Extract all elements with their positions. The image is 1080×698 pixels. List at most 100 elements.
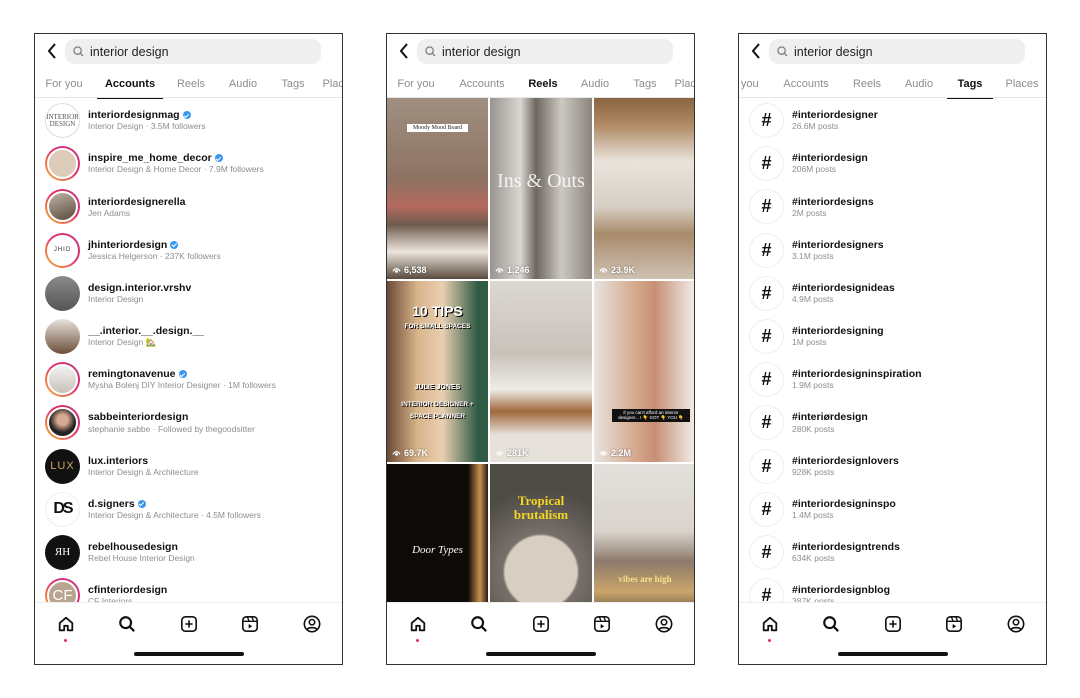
tag-row[interactable]: # #interiordesigner 26.6M posts bbox=[739, 99, 1046, 142]
hashtag-icon: # bbox=[749, 275, 784, 311]
tab-audio[interactable]: Audio bbox=[219, 70, 267, 98]
tab-accounts[interactable]: Accounts bbox=[97, 70, 163, 99]
nav-search[interactable] bbox=[820, 613, 842, 635]
nav-reels[interactable] bbox=[591, 613, 613, 635]
tab-places[interactable]: Places bbox=[669, 70, 694, 98]
username: sabbeinteriordesign bbox=[88, 411, 189, 424]
hashtag-icon: # bbox=[749, 319, 784, 355]
account-row[interactable]: remingtonavenue Mysha Bolenj DIY Interior… bbox=[35, 358, 342, 401]
reel-tile[interactable]: Door Types bbox=[387, 464, 488, 602]
view-count: 69.7K bbox=[392, 448, 428, 458]
tab-accounts[interactable]: Accounts bbox=[773, 70, 839, 98]
reel-tile[interactable]: if you can't afford an interior designer… bbox=[594, 281, 694, 462]
tab-reels[interactable]: Reels bbox=[167, 70, 215, 98]
nav-reels[interactable] bbox=[943, 613, 965, 635]
reel-caption: Door Types bbox=[412, 544, 463, 556]
account-row[interactable]: design.interior.vrshv Interior Design bbox=[35, 272, 342, 315]
tag-row[interactable]: # #interiordesigns 2M posts bbox=[739, 185, 1046, 228]
tab-audio[interactable]: Audio bbox=[571, 70, 619, 98]
tag-name: #interiørdesign bbox=[792, 411, 868, 424]
nav-search[interactable] bbox=[468, 613, 490, 635]
reel-tile[interactable]: Ins & Outs 1,246 bbox=[490, 98, 592, 279]
nav-home[interactable] bbox=[759, 613, 781, 635]
tag-name: #interiordesigninspo bbox=[792, 497, 896, 510]
play-count-icon bbox=[392, 267, 401, 273]
reel-tile[interactable]: Tropical brutalism bbox=[490, 464, 592, 602]
search-input[interactable]: interior design bbox=[769, 39, 1025, 64]
search-input[interactable]: interior design bbox=[65, 39, 321, 64]
tag-row[interactable]: # #interiordesignideas 4.9M posts bbox=[739, 272, 1046, 315]
nav-reels[interactable] bbox=[239, 613, 261, 635]
tag-row[interactable]: # #interiordesigntrends 634K posts bbox=[739, 531, 1046, 574]
account-row[interactable]: __.interior.__.design.__ Interior Design … bbox=[35, 315, 342, 358]
back-button[interactable] bbox=[43, 40, 61, 62]
reel-tile[interactable]: 281K bbox=[490, 281, 592, 462]
username: cfinteriordesign bbox=[88, 584, 168, 597]
reels-icon bbox=[945, 615, 963, 633]
tab-for-you[interactable]: For you bbox=[387, 70, 445, 98]
account-subtitle: Interior Design & Architecture · 4.5M fo… bbox=[88, 509, 261, 520]
username: rebelhousedesign bbox=[88, 541, 178, 554]
tab-tags[interactable]: Tags bbox=[623, 70, 667, 98]
tab-reels[interactable]: Reels bbox=[519, 70, 567, 99]
reel-caption-role: INTERIOR DESIGNER + SPACE PLANNER bbox=[401, 401, 474, 421]
tab-for-you[interactable]: For you bbox=[739, 70, 769, 98]
account-row[interactable]: JHID jhinteriordesign Jessica Helgerson ·… bbox=[35, 229, 342, 272]
tag-row[interactable]: # #interiordesign 206M posts bbox=[739, 142, 1046, 185]
tab-tags[interactable]: Tags bbox=[947, 70, 993, 99]
search-input[interactable]: interior design bbox=[417, 39, 673, 64]
tag-row[interactable]: # #interiordesignblog 387K posts bbox=[739, 574, 1046, 602]
tag-row[interactable]: # #interiordesigners 3.1M posts bbox=[739, 229, 1046, 272]
tag-row[interactable]: # #interiordesigninspiration 1.9M posts bbox=[739, 358, 1046, 401]
reel-caption: vibes are high bbox=[618, 574, 672, 584]
tab-places[interactable]: Places bbox=[317, 70, 342, 98]
tag-name: #interiordesignblog bbox=[792, 584, 891, 597]
account-row[interactable]: LUX lux.interiors Interior Design & Archi… bbox=[35, 445, 342, 488]
reel-tile[interactable]: 23.9K bbox=[594, 98, 694, 279]
tab-places[interactable]: Places bbox=[995, 70, 1046, 98]
nav-profile[interactable] bbox=[653, 613, 675, 635]
tab-for-you[interactable]: For you bbox=[35, 70, 93, 98]
reel-tile[interactable]: Moody Mood Board 6,538 bbox=[387, 98, 488, 279]
back-button[interactable] bbox=[747, 40, 765, 62]
nav-profile[interactable] bbox=[1005, 613, 1027, 635]
nav-home[interactable] bbox=[407, 613, 429, 635]
nav-profile[interactable] bbox=[301, 613, 323, 635]
tag-row[interactable]: # #interiørdesign 280K posts bbox=[739, 401, 1046, 444]
hashtag-icon: # bbox=[749, 103, 784, 139]
account-row[interactable]: INTERIOR DESIGN interiordesignmag Interio… bbox=[35, 99, 342, 142]
reel-tile[interactable]: vibes are high bbox=[594, 464, 694, 602]
username: remingtonavenue bbox=[88, 368, 176, 381]
tag-row[interactable]: # #interiordesigninspo 1.4M posts bbox=[739, 488, 1046, 531]
home-indicator bbox=[838, 652, 948, 656]
tab-audio[interactable]: Audio bbox=[895, 70, 943, 98]
tag-post-count: 928K posts bbox=[792, 466, 835, 477]
hashtag-icon: # bbox=[749, 534, 784, 570]
create-icon bbox=[532, 615, 550, 633]
tags-list: # #interiordesigner 26.6M posts # #interiord… bbox=[739, 99, 1046, 602]
nav-create[interactable] bbox=[882, 613, 904, 635]
account-row[interactable]: DS d.signers Interior Design & Architectu… bbox=[35, 488, 342, 531]
account-row[interactable]: sabbeinteriordesign stephanie sabbe · Fol… bbox=[35, 401, 342, 444]
tag-name: #interiordesign bbox=[792, 152, 868, 165]
tab-accounts[interactable]: Accounts bbox=[449, 70, 515, 98]
tab-tags[interactable]: Tags bbox=[271, 70, 315, 98]
reel-tile[interactable]: 10 TIPS FOR SMALL SPACES JULIE JONES INT… bbox=[387, 281, 488, 462]
username: interiordesignerella bbox=[88, 195, 186, 208]
home-icon bbox=[410, 616, 426, 632]
tag-row[interactable]: # #interiordesignlovers 928K posts bbox=[739, 445, 1046, 488]
account-row[interactable]: CF cfinteriordesign CF Interiors bbox=[35, 574, 342, 602]
account-row[interactable]: ЯH rebelhousedesign Rebel House Interior … bbox=[35, 531, 342, 574]
nav-search[interactable] bbox=[116, 613, 138, 635]
tag-post-count: 1.4M posts bbox=[792, 509, 834, 520]
tab-reels[interactable]: Reels bbox=[843, 70, 891, 98]
nav-create[interactable] bbox=[178, 613, 200, 635]
nav-home[interactable] bbox=[55, 613, 77, 635]
account-subtitle: Mysha Bolenj DIY Interior Designer · 1M … bbox=[88, 380, 276, 391]
nav-create[interactable] bbox=[530, 613, 552, 635]
tag-row[interactable]: # #interiordesigning 1M posts bbox=[739, 315, 1046, 358]
account-row[interactable]: interiordesignerella Jen Adams bbox=[35, 185, 342, 228]
back-button[interactable] bbox=[395, 40, 413, 62]
reels-grid: Moody Mood Board 6,538 Ins & Outs 1,246 … bbox=[387, 98, 694, 602]
account-row[interactable]: inspire_me_home_decor Interior Design & H… bbox=[35, 142, 342, 185]
